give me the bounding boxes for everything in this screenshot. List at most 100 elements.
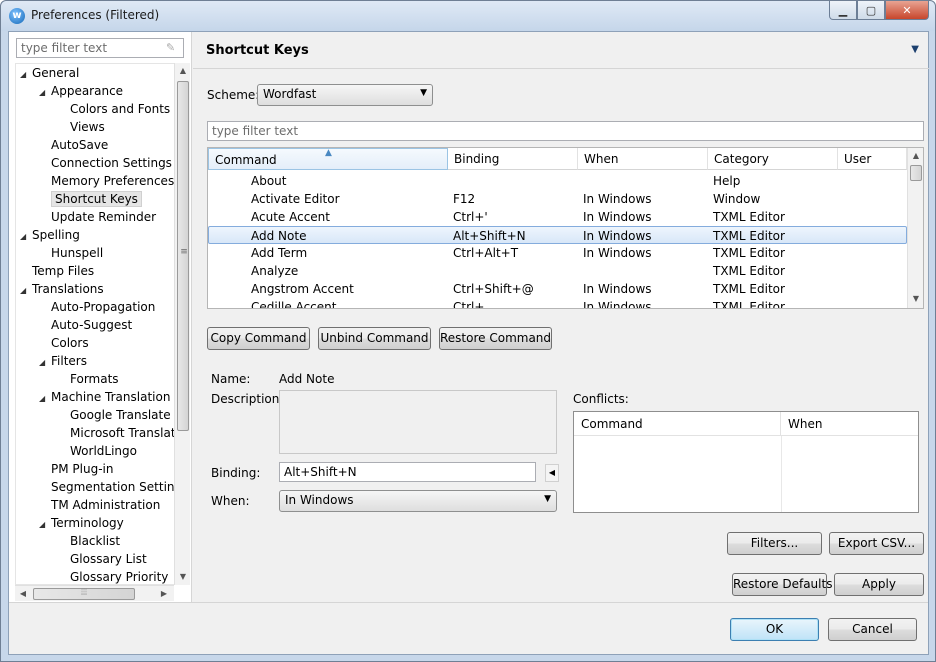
tree-filter-input[interactable]: type filter text ✎: [16, 38, 184, 58]
column-header-user[interactable]: User: [838, 148, 907, 170]
scheme-dropdown[interactable]: Wordfast ▼: [257, 84, 433, 106]
tree-item[interactable]: AutoSave: [39, 136, 108, 154]
scrollbar-thumb[interactable]: [910, 165, 922, 181]
column-header-binding[interactable]: Binding: [448, 148, 578, 170]
tree-item[interactable]: Auto-Suggest: [39, 316, 132, 334]
tree-item[interactable]: Hunspell: [39, 244, 103, 262]
tree-item[interactable]: ◢ Terminology: [39, 514, 124, 532]
tree-item[interactable]: Blacklist: [58, 532, 120, 550]
tree-item[interactable]: WorldLingo: [58, 442, 137, 460]
column-header-command[interactable]: Command ▲: [208, 148, 448, 170]
minimize-button[interactable]: ▁: [829, 1, 857, 20]
tree-item[interactable]: ◢ Machine Translation: [39, 388, 170, 406]
cell-category: Help: [713, 174, 741, 188]
column-header-when[interactable]: When: [578, 148, 708, 170]
h-scrollbar-thumb[interactable]: ⦙⦙⦙: [33, 588, 135, 600]
table-row[interactable]: Angstrom Accent Ctrl+Shift+@ In Windows TXM…: [208, 280, 907, 298]
scheme-value: Wordfast: [263, 87, 317, 101]
table-row[interactable]: Activate Editor F12 In Windows Window: [208, 190, 907, 208]
tree-item[interactable]: Update Reminder: [39, 208, 156, 226]
tree-item[interactable]: Views: [58, 118, 105, 136]
scroll-down-arrow-icon[interactable]: ▼: [908, 291, 923, 307]
sort-ascending-icon: ▲: [325, 148, 332, 158]
cell-command: Acute Accent: [251, 210, 330, 224]
binding-input[interactable]: Alt+Shift+N: [279, 462, 536, 482]
tree-item[interactable]: PM Plug-in: [39, 460, 113, 478]
tree-item-label: Glossary List: [70, 552, 147, 566]
table-row[interactable]: Add Term Ctrl+Alt+T In Windows TXML Editor: [208, 244, 907, 262]
scroll-up-arrow-icon[interactable]: ▲: [908, 148, 923, 164]
tree-item[interactable]: TM Administration: [39, 496, 160, 514]
copy-command-button[interactable]: Copy Command: [207, 327, 310, 350]
preferences-tree: ◢ General ◢ Appearance Colors and Fonts Views…: [15, 63, 174, 585]
expand-arrow-icon[interactable]: ◢: [39, 354, 51, 372]
ok-button[interactable]: OK: [730, 618, 819, 641]
apply-button[interactable]: Apply: [834, 573, 924, 596]
tree-horizontal-scrollbar[interactable]: ◀ ⦙⦙⦙ ▶: [15, 585, 174, 601]
expand-arrow-icon[interactable]: ◢: [20, 228, 32, 246]
tree-item[interactable]: Glossary List: [58, 550, 147, 568]
scroll-up-arrow-icon[interactable]: ▲: [175, 63, 191, 79]
tree-item[interactable]: ◢ Appearance: [39, 82, 123, 100]
tree-item[interactable]: ◢ Translations: [20, 280, 104, 298]
expand-arrow-icon[interactable]: ◢: [39, 84, 51, 102]
table-vertical-scrollbar[interactable]: ▲ ▼: [907, 148, 923, 308]
cancel-button[interactable]: Cancel: [828, 618, 917, 641]
tree-item[interactable]: ◢ General: [20, 64, 79, 82]
expand-arrow-icon[interactable]: ◢: [39, 390, 51, 408]
cell-command: Add Note: [251, 229, 307, 243]
restore-command-button[interactable]: Restore Command: [439, 327, 552, 350]
tree-item[interactable]: Colors and Fonts: [58, 100, 170, 118]
column-header-category[interactable]: Category: [708, 148, 838, 170]
tree-item-label: Segmentation Settings: [51, 480, 174, 494]
grip-icon: ≡: [180, 247, 188, 257]
maximize-button[interactable]: ▢: [857, 1, 885, 20]
tree-item-label: Update Reminder: [51, 210, 157, 224]
conflicts-column-command[interactable]: Command: [574, 412, 781, 436]
table-row[interactable]: About Help: [208, 172, 907, 190]
binding-menu-arrow-icon[interactable]: ◀: [545, 464, 559, 482]
table-row[interactable]: Add Note Alt+Shift+N In Windows TXML Editor: [208, 226, 907, 244]
table-row[interactable]: Acute Accent Ctrl+' In Windows TXML Editor: [208, 208, 907, 226]
tree-item-label: Translations: [32, 282, 104, 296]
close-button[interactable]: ✕: [885, 1, 929, 20]
cell-command: Activate Editor: [251, 192, 340, 206]
expand-arrow-icon[interactable]: ◢: [20, 66, 32, 84]
table-row[interactable]: Analyze TXML Editor: [208, 262, 907, 280]
expand-arrow-icon[interactable]: ◢: [20, 282, 32, 300]
scroll-right-arrow-icon[interactable]: ▶: [156, 586, 172, 602]
scroll-down-arrow-icon[interactable]: ▼: [175, 569, 191, 585]
restore-defaults-button[interactable]: Restore Defaults: [732, 573, 832, 596]
table-row[interactable]: Cedille Accent Ctrl+, In Windows TXML Edito…: [208, 298, 907, 309]
tree-item[interactable]: Shortcut Keys: [39, 190, 142, 208]
conflicts-column-when[interactable]: When: [781, 412, 918, 436]
cell-when: In Windows: [583, 192, 652, 206]
title-bar[interactable]: w Preferences (Filtered) ▁ ▢ ✕: [1, 1, 935, 31]
when-dropdown[interactable]: In Windows ▼: [279, 490, 557, 512]
unbind-command-button[interactable]: Unbind Command: [318, 327, 431, 350]
command-filter-input[interactable]: type filter text: [207, 121, 924, 141]
tree-item[interactable]: Google Translate: [58, 406, 171, 424]
tree-item[interactable]: Microsoft Translator: [58, 424, 174, 442]
tree-item[interactable]: Colors: [39, 334, 89, 352]
view-menu-icon[interactable]: ▼: [911, 44, 919, 55]
tree-item[interactable]: Segmentation Settings: [39, 478, 174, 496]
export-csv-button[interactable]: Export CSV...: [829, 532, 924, 555]
tree-item[interactable]: Connection Settings: [39, 154, 172, 172]
tree-item[interactable]: Formats: [58, 370, 119, 388]
clear-filter-icon[interactable]: ✎: [166, 41, 180, 55]
scroll-left-arrow-icon[interactable]: ◀: [15, 586, 31, 602]
cell-binding: Ctrl+,: [453, 300, 489, 309]
tree-item[interactable]: Memory Preferences: [39, 172, 174, 190]
tree-item[interactable]: ◢ Filters: [39, 352, 87, 370]
tree-item[interactable]: Temp Files: [20, 262, 94, 280]
maximize-icon: ▢: [865, 3, 877, 17]
tree-item[interactable]: ◢ Spelling: [20, 226, 80, 244]
cell-binding: Alt+Shift+N: [453, 229, 526, 243]
filters-button[interactable]: Filters...: [727, 532, 822, 555]
tree-item[interactable]: Glossary Priority: [58, 568, 168, 584]
expand-arrow-icon[interactable]: ◢: [39, 516, 51, 534]
tree-vertical-scrollbar[interactable]: ▲ ≡ ▼: [174, 63, 190, 585]
tree-item[interactable]: Auto-Propagation: [39, 298, 155, 316]
scrollbar-thumb[interactable]: ≡: [177, 81, 189, 431]
